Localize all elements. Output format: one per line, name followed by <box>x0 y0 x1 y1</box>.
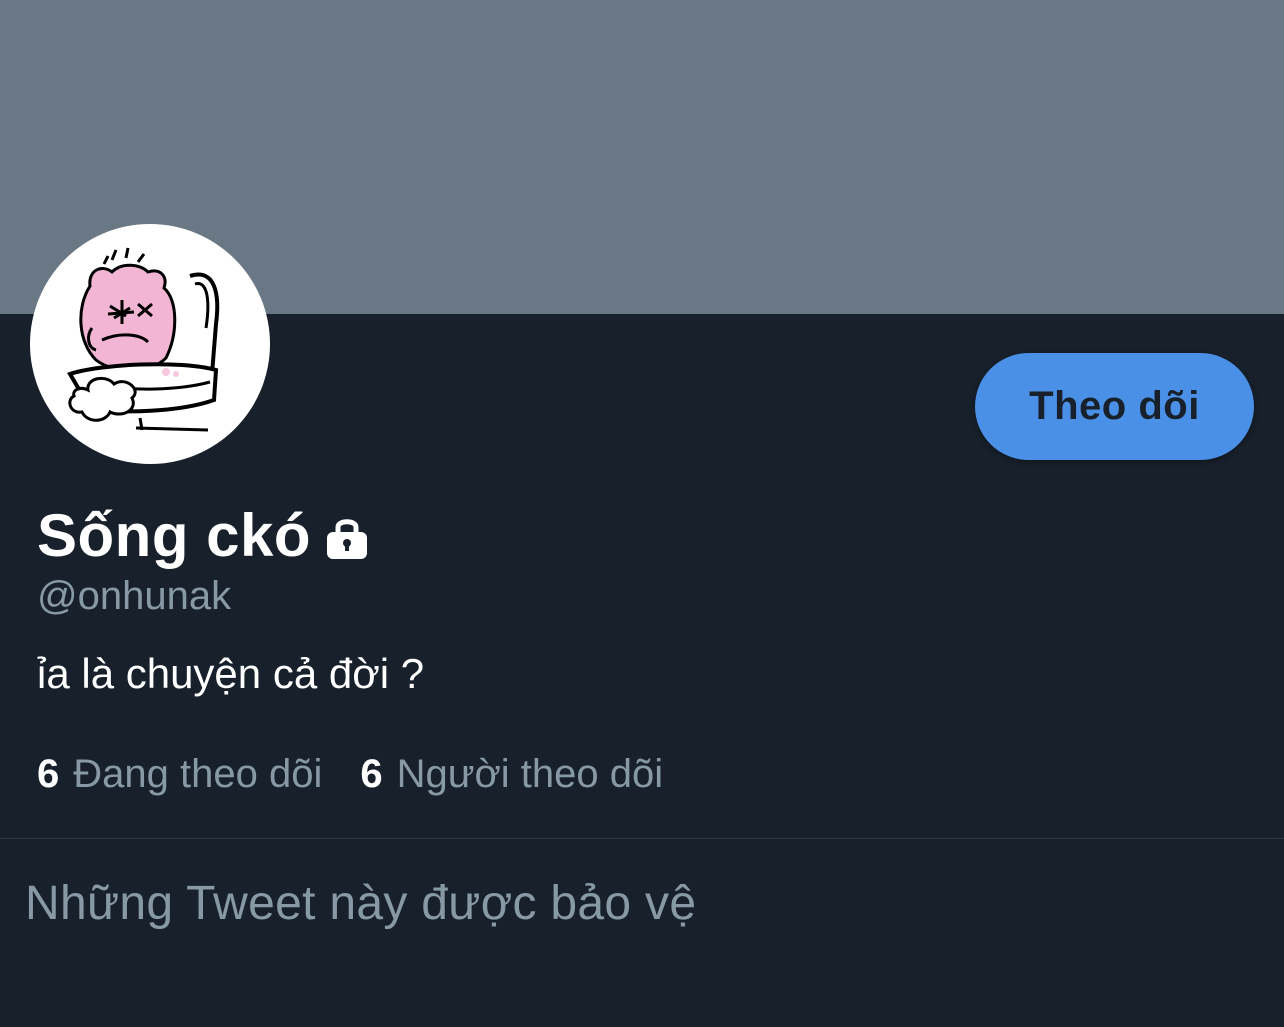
followers-count: 6 <box>360 752 383 796</box>
followers-stat[interactable]: 6 Người theo dõi <box>360 752 663 797</box>
avatar[interactable] <box>30 224 270 464</box>
profile-bio: ỉa là chuyện cả đời ? <box>37 650 425 697</box>
profile-handle: @onhunak <box>37 574 232 618</box>
lock-icon <box>323 513 371 561</box>
followers-label: Người theo dõi <box>396 752 664 796</box>
display-name: Sống ckó <box>37 501 312 569</box>
protected-tweets-message: Những Tweet này được bảo vệ <box>25 877 697 930</box>
following-stat[interactable]: 6 Đang theo dõi <box>37 752 322 797</box>
following-label: Đang theo dõi <box>73 752 323 796</box>
profile-name-row: Sống ckó <box>37 498 371 572</box>
profile-stats: 6 Đang theo dõi 6 Người theo dõi <box>37 752 701 797</box>
profile-page: Theo dõi Sống ckó @onhunak ỉa là chuyện … <box>0 0 1284 1027</box>
following-count: 6 <box>37 752 60 796</box>
section-divider <box>0 838 1284 839</box>
pink-hamster-avatar <box>67 247 220 432</box>
follow-button[interactable]: Theo dõi <box>975 353 1254 460</box>
